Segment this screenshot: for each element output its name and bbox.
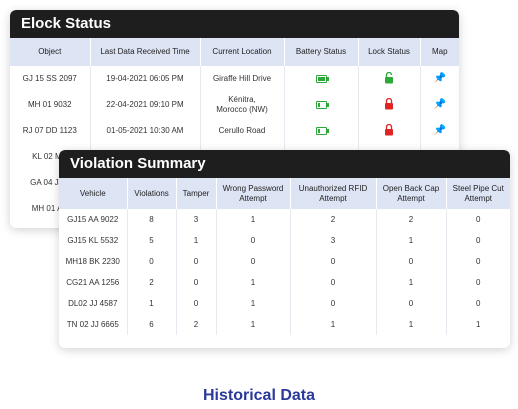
violations-cell: 6 — [127, 314, 177, 335]
open-back-cap-cell: 2 — [376, 209, 447, 230]
vehicle-cell: DL02 JJ 4587 — [59, 293, 128, 314]
location-cell: Kénitra, Morocco (NW) — [200, 92, 285, 118]
elock-status-title: Elock Status — [10, 10, 459, 38]
map-cell: 📌 — [420, 66, 459, 92]
wrong-password-cell: 0 — [216, 251, 291, 272]
violations-cell: 5 — [127, 230, 177, 251]
object-cell: MH 01 9032 — [10, 92, 91, 118]
wrong-password-cell: 1 — [216, 314, 291, 335]
violation-row[interactable]: GJ15 AA 9022 8 3 1 2 2 0 — [59, 209, 510, 230]
tamper-cell: 2 — [176, 314, 217, 335]
col-steel-pipe-cut: Steel Pipe Cut Attempt — [446, 178, 510, 209]
tamper-cell: 1 — [176, 230, 217, 251]
map-pin-icon[interactable]: 📌 — [434, 125, 446, 136]
map-cell: 📌 — [420, 92, 459, 118]
historical-data-title: Historical Data — [202, 387, 316, 404]
lock-cell — [358, 66, 421, 92]
violations-cell: 2 — [127, 272, 177, 293]
wrong-password-cell: 0 — [216, 230, 291, 251]
violation-row[interactable]: DL02 JJ 4587 1 0 1 0 0 0 — [59, 293, 510, 314]
unauthorized-rfid-cell: 2 — [290, 209, 377, 230]
wrong-password-cell: 1 — [216, 209, 291, 230]
tamper-cell: 3 — [176, 209, 217, 230]
unauthorized-rfid-cell: 0 — [290, 272, 377, 293]
col-vehicle: Vehicle — [59, 178, 128, 209]
object-cell: RJ 07 DD 1123 — [10, 118, 91, 144]
vehicle-cell: GJ15 KL 5532 — [59, 230, 128, 251]
wrong-password-cell: 1 — [216, 293, 291, 314]
unauthorized-rfid-cell: 0 — [290, 293, 377, 314]
violation-row[interactable]: GJ15 KL 5532 5 1 0 3 1 0 — [59, 230, 510, 251]
violation-header-row: Vehicle Violations Tamper Wrong Password… — [59, 178, 510, 209]
col-unauthorized-rfid: Unauthorized RFID Attempt — [290, 178, 377, 209]
col-current-location: Current Location — [200, 38, 285, 66]
violation-summary-table: Vehicle Violations Tamper Wrong Password… — [59, 178, 510, 335]
vehicle-cell: CG21 AA 1256 — [59, 272, 128, 293]
battery-cell — [284, 92, 359, 118]
time-cell: 22-04-2021 09:10 PM — [90, 92, 201, 118]
wrong-password-cell: 1 — [216, 272, 291, 293]
steel-pipe-cut-cell: 0 — [476, 214, 481, 224]
violations-cell: 0 — [127, 251, 177, 272]
tamper-cell: 0 — [176, 272, 217, 293]
elock-row[interactable]: MH 01 9032 22-04-2021 09:10 PM Kénitra, Mo… — [10, 92, 459, 118]
open-back-cap-cell: 0 — [376, 251, 447, 272]
elock-row[interactable]: GJ 15 SS 2097 19-04-2021 06:05 PM Giraffe … — [10, 66, 459, 92]
steel-pipe-cut-cell: 0 — [476, 256, 481, 266]
unauthorized-rfid-cell: 0 — [290, 251, 377, 272]
tamper-cell: 0 — [176, 293, 217, 314]
open-back-cap-cell: 1 — [376, 272, 447, 293]
violation-summary-title: Violation Summary — [59, 150, 510, 178]
battery-cell — [284, 66, 359, 92]
steel-pipe-cut-cell: 1 — [476, 319, 481, 329]
battery-cell — [284, 118, 359, 144]
col-violations: Violations — [127, 178, 177, 209]
lock-cell — [358, 92, 421, 118]
map-pin-icon[interactable]: 📌 — [434, 73, 446, 84]
steel-pipe-cut-cell: 0 — [476, 235, 481, 245]
unauthorized-rfid-cell: 1 — [290, 314, 377, 335]
unlocked-lock-icon — [384, 71, 394, 87]
open-back-cap-cell: 1 — [376, 314, 447, 335]
elock-row[interactable]: RJ 07 DD 1123 01-05-2021 10:30 AM Cerullo … — [10, 118, 459, 144]
time-cell: 01-05-2021 10:30 AM — [90, 118, 201, 144]
lock-cell — [358, 118, 421, 144]
col-tamper: Tamper — [176, 178, 217, 209]
elock-header-row: Object Last Data Received Time Current L… — [10, 38, 459, 66]
violation-summary-card: Violation Summary Vehicle Violations Tam… — [59, 150, 510, 348]
locked-lock-icon — [384, 97, 394, 113]
col-map: Map — [420, 38, 459, 66]
col-open-back-cap: Open Back Cap Attempt — [376, 178, 447, 209]
col-last-data-time: Last Data Received Time — [90, 38, 201, 66]
col-battery-status: Battery Status — [284, 38, 359, 66]
col-object: Object — [10, 38, 91, 66]
battery-icon — [315, 74, 329, 83]
violation-row[interactable]: CG21 AA 1256 2 0 1 0 1 0 — [59, 272, 510, 293]
time-cell: 19-04-2021 06:05 PM — [90, 66, 201, 92]
col-lock-status: Lock Status — [358, 38, 421, 66]
battery-icon — [315, 100, 329, 109]
col-wrong-password: Wrong Password Attempt — [216, 178, 291, 209]
battery-icon — [315, 126, 329, 135]
violation-row[interactable]: MH18 BK 2230 0 0 0 0 0 0 — [59, 251, 510, 272]
locked-lock-icon — [384, 123, 394, 139]
violations-cell: 8 — [127, 209, 177, 230]
map-cell: 📌 — [420, 118, 459, 144]
location-cell: Giraffe Hill Drive — [200, 66, 285, 92]
vehicle-cell: TN 02 JJ 6665 — [59, 314, 128, 335]
open-back-cap-cell: 1 — [376, 230, 447, 251]
open-back-cap-cell: 0 — [376, 293, 447, 314]
steel-pipe-cut-cell: 0 — [476, 298, 481, 308]
vehicle-cell: MH18 BK 2230 — [59, 251, 128, 272]
violations-cell: 1 — [127, 293, 177, 314]
map-pin-icon[interactable]: 📌 — [434, 99, 446, 110]
object-cell: GJ 15 SS 2097 — [10, 66, 91, 92]
unauthorized-rfid-cell: 3 — [290, 230, 377, 251]
tamper-cell: 0 — [176, 251, 217, 272]
vehicle-cell: GJ15 AA 9022 — [59, 209, 128, 230]
location-cell: Cerullo Road — [200, 118, 285, 144]
steel-pipe-cut-cell: 0 — [476, 277, 481, 287]
violation-row[interactable]: TN 02 JJ 6665 6 2 1 1 1 1 — [59, 314, 510, 335]
